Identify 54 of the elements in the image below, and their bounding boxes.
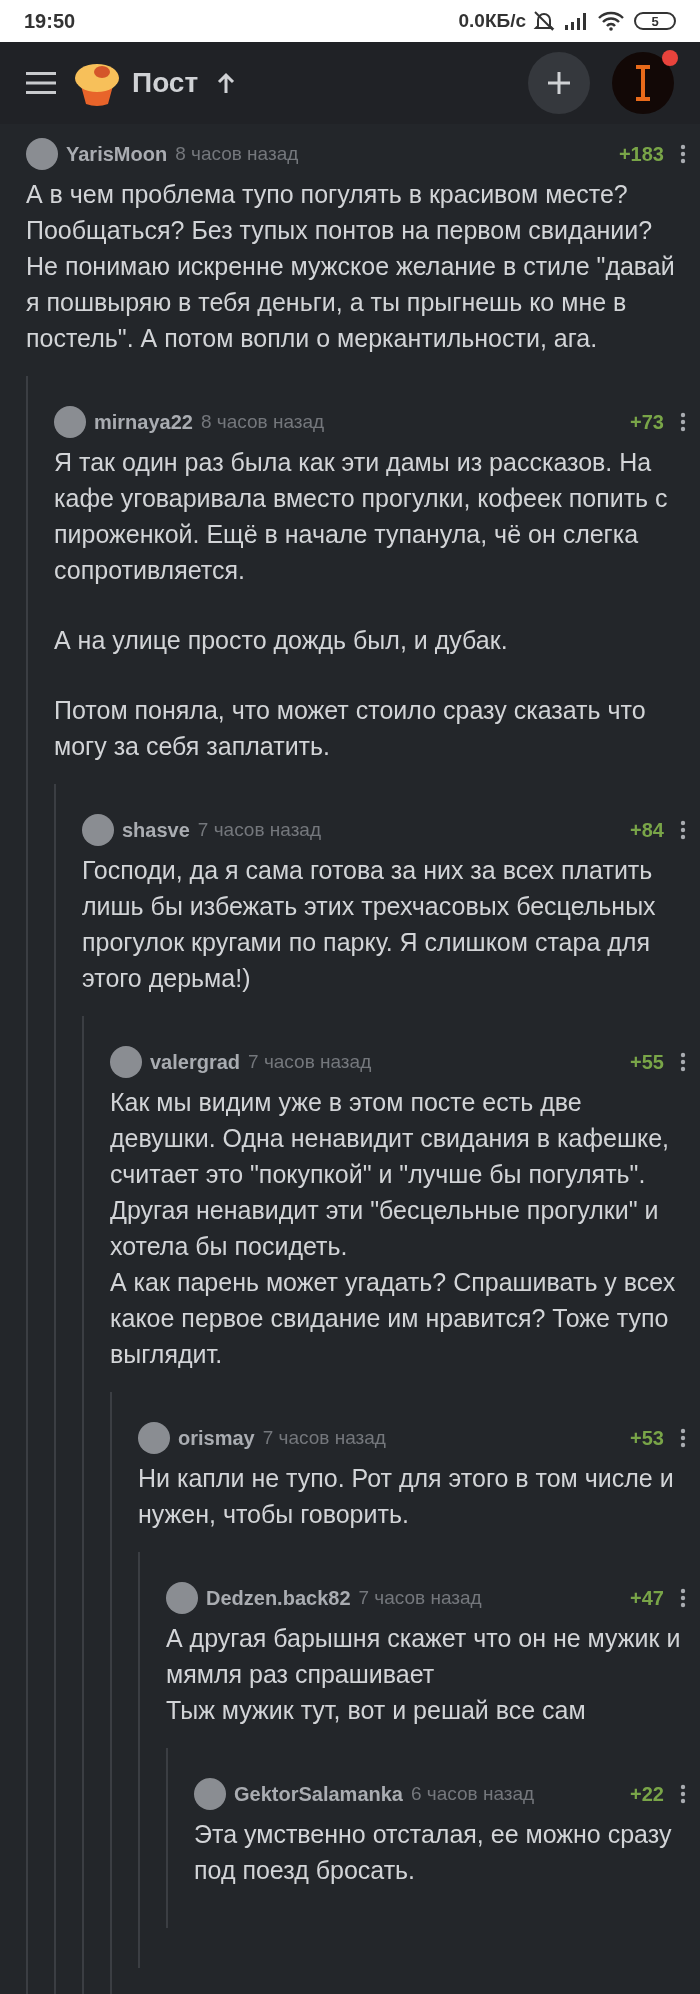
- battery-indicator: 5: [634, 12, 676, 30]
- clock: 19:50: [24, 9, 76, 34]
- comment-rating: +53: [630, 1426, 664, 1451]
- comment-time: 6 часов назад: [411, 1781, 535, 1806]
- comment-rating: +84: [630, 818, 664, 843]
- author-name[interactable]: mirnaya22: [94, 407, 193, 437]
- comment-time: 8 часов назад: [200, 409, 325, 434]
- comment-text: Ни капли не тупо. Рот для этого в том числе и нужен, чтобы говорить.: [138, 1463, 675, 1530]
- comment-rating: +73: [630, 410, 664, 435]
- avatar[interactable]: [166, 1582, 198, 1614]
- comment-text: Потом поняла, что может стоило сразу сказать что могу за себя заплатить.: [54, 695, 647, 762]
- avatar[interactable]: [110, 1046, 142, 1078]
- comment-time: 7 часов назад: [248, 1049, 372, 1074]
- avatar[interactable]: [26, 138, 58, 170]
- arrow-up-icon[interactable]: [216, 72, 237, 94]
- more-icon[interactable]: [680, 1588, 686, 1608]
- menu-icon[interactable]: [26, 72, 56, 94]
- author-name[interactable]: shasve: [122, 815, 190, 845]
- wifi-icon: [598, 11, 624, 31]
- author-name[interactable]: YarisMoon: [66, 139, 168, 169]
- author-name[interactable]: orismay: [178, 1423, 255, 1453]
- comment-rating: +183: [618, 142, 664, 167]
- more-icon[interactable]: [680, 1428, 686, 1448]
- comment-text: Господи, да я сама готова за них за всех платить лишь бы избежать этих трехчасовых бесцельных прогулок кругами по парку. Я слишком стара для этого дерьма!): [82, 855, 657, 994]
- avatar[interactable]: [138, 1422, 170, 1454]
- comment-text: А другая барышня скажет что он не мужик и мямля раз спрашивает Тыж мужик тут, вот и решай все сам: [166, 1623, 682, 1726]
- comment-time: 7 часов назад: [197, 817, 322, 842]
- page-title: Пост: [132, 66, 199, 100]
- muted-bell-icon: [532, 9, 556, 33]
- more-icon[interactable]: [680, 820, 686, 840]
- avatar[interactable]: [194, 1778, 226, 1810]
- more-icon[interactable]: [680, 412, 686, 432]
- author-name[interactable]: GektorSalamanka: [234, 1779, 403, 1809]
- comment-text: А на улице просто дождь был, и дубак.: [54, 625, 509, 656]
- more-icon[interactable]: [680, 1784, 686, 1804]
- comment-text: А в чем проблема тупо погулять в красивом месте? Пообщаться? Без тупых понтов на первом свидании? Не понимаю искренне мужское желание в стиле "давай я пошвыряю в тебя деньги, а ты прыгнешь ко мне в постель". А потом вопли о меркантильности, ага.: [26, 179, 676, 354]
- comment-time: 8 часов назад: [175, 141, 299, 166]
- network-speed: 0.0КБ/с: [458, 8, 526, 33]
- more-icon[interactable]: [680, 1052, 686, 1072]
- comment-rating: +22: [630, 1782, 664, 1807]
- more-icon[interactable]: [680, 144, 686, 164]
- avatar[interactable]: [54, 406, 86, 438]
- comment-time: 7 часов назад: [358, 1585, 482, 1610]
- flame-letter-icon: [634, 65, 652, 101]
- author-name[interactable]: valergrad: [150, 1047, 241, 1077]
- plus-icon: [546, 70, 572, 96]
- comment-time: 7 часов назад: [262, 1425, 386, 1450]
- comment-text: Эта умственно отсталая, ее можно сразу под поезд бросать.: [194, 1819, 673, 1886]
- comment-text: Как мы видим уже в этом посте есть две девушки. Одна ненавидит свидания в кафешке, считает это "покупкой" и "лучше бы погулять". Другая ненавидит эти "бесцельные прогулки" и хотела бы посидеть. А как парень может угадать? Спрашивать у всех какое первое свидание им нравится? Тоже тупо выглядит.: [110, 1087, 677, 1370]
- comment-text: Я так один раз была как эти дамы из рассказов. На кафе уговаривала вместо прогулки, кофеек попить с пироженкой. Ещё в начале тупанула, чё он слегка сопротивляется.: [54, 447, 669, 586]
- comment-rating: +47: [630, 1586, 664, 1611]
- author-name[interactable]: Dedzen.back82: [206, 1583, 351, 1613]
- avatar[interactable]: [82, 814, 114, 846]
- comment-rating: +55: [630, 1050, 664, 1075]
